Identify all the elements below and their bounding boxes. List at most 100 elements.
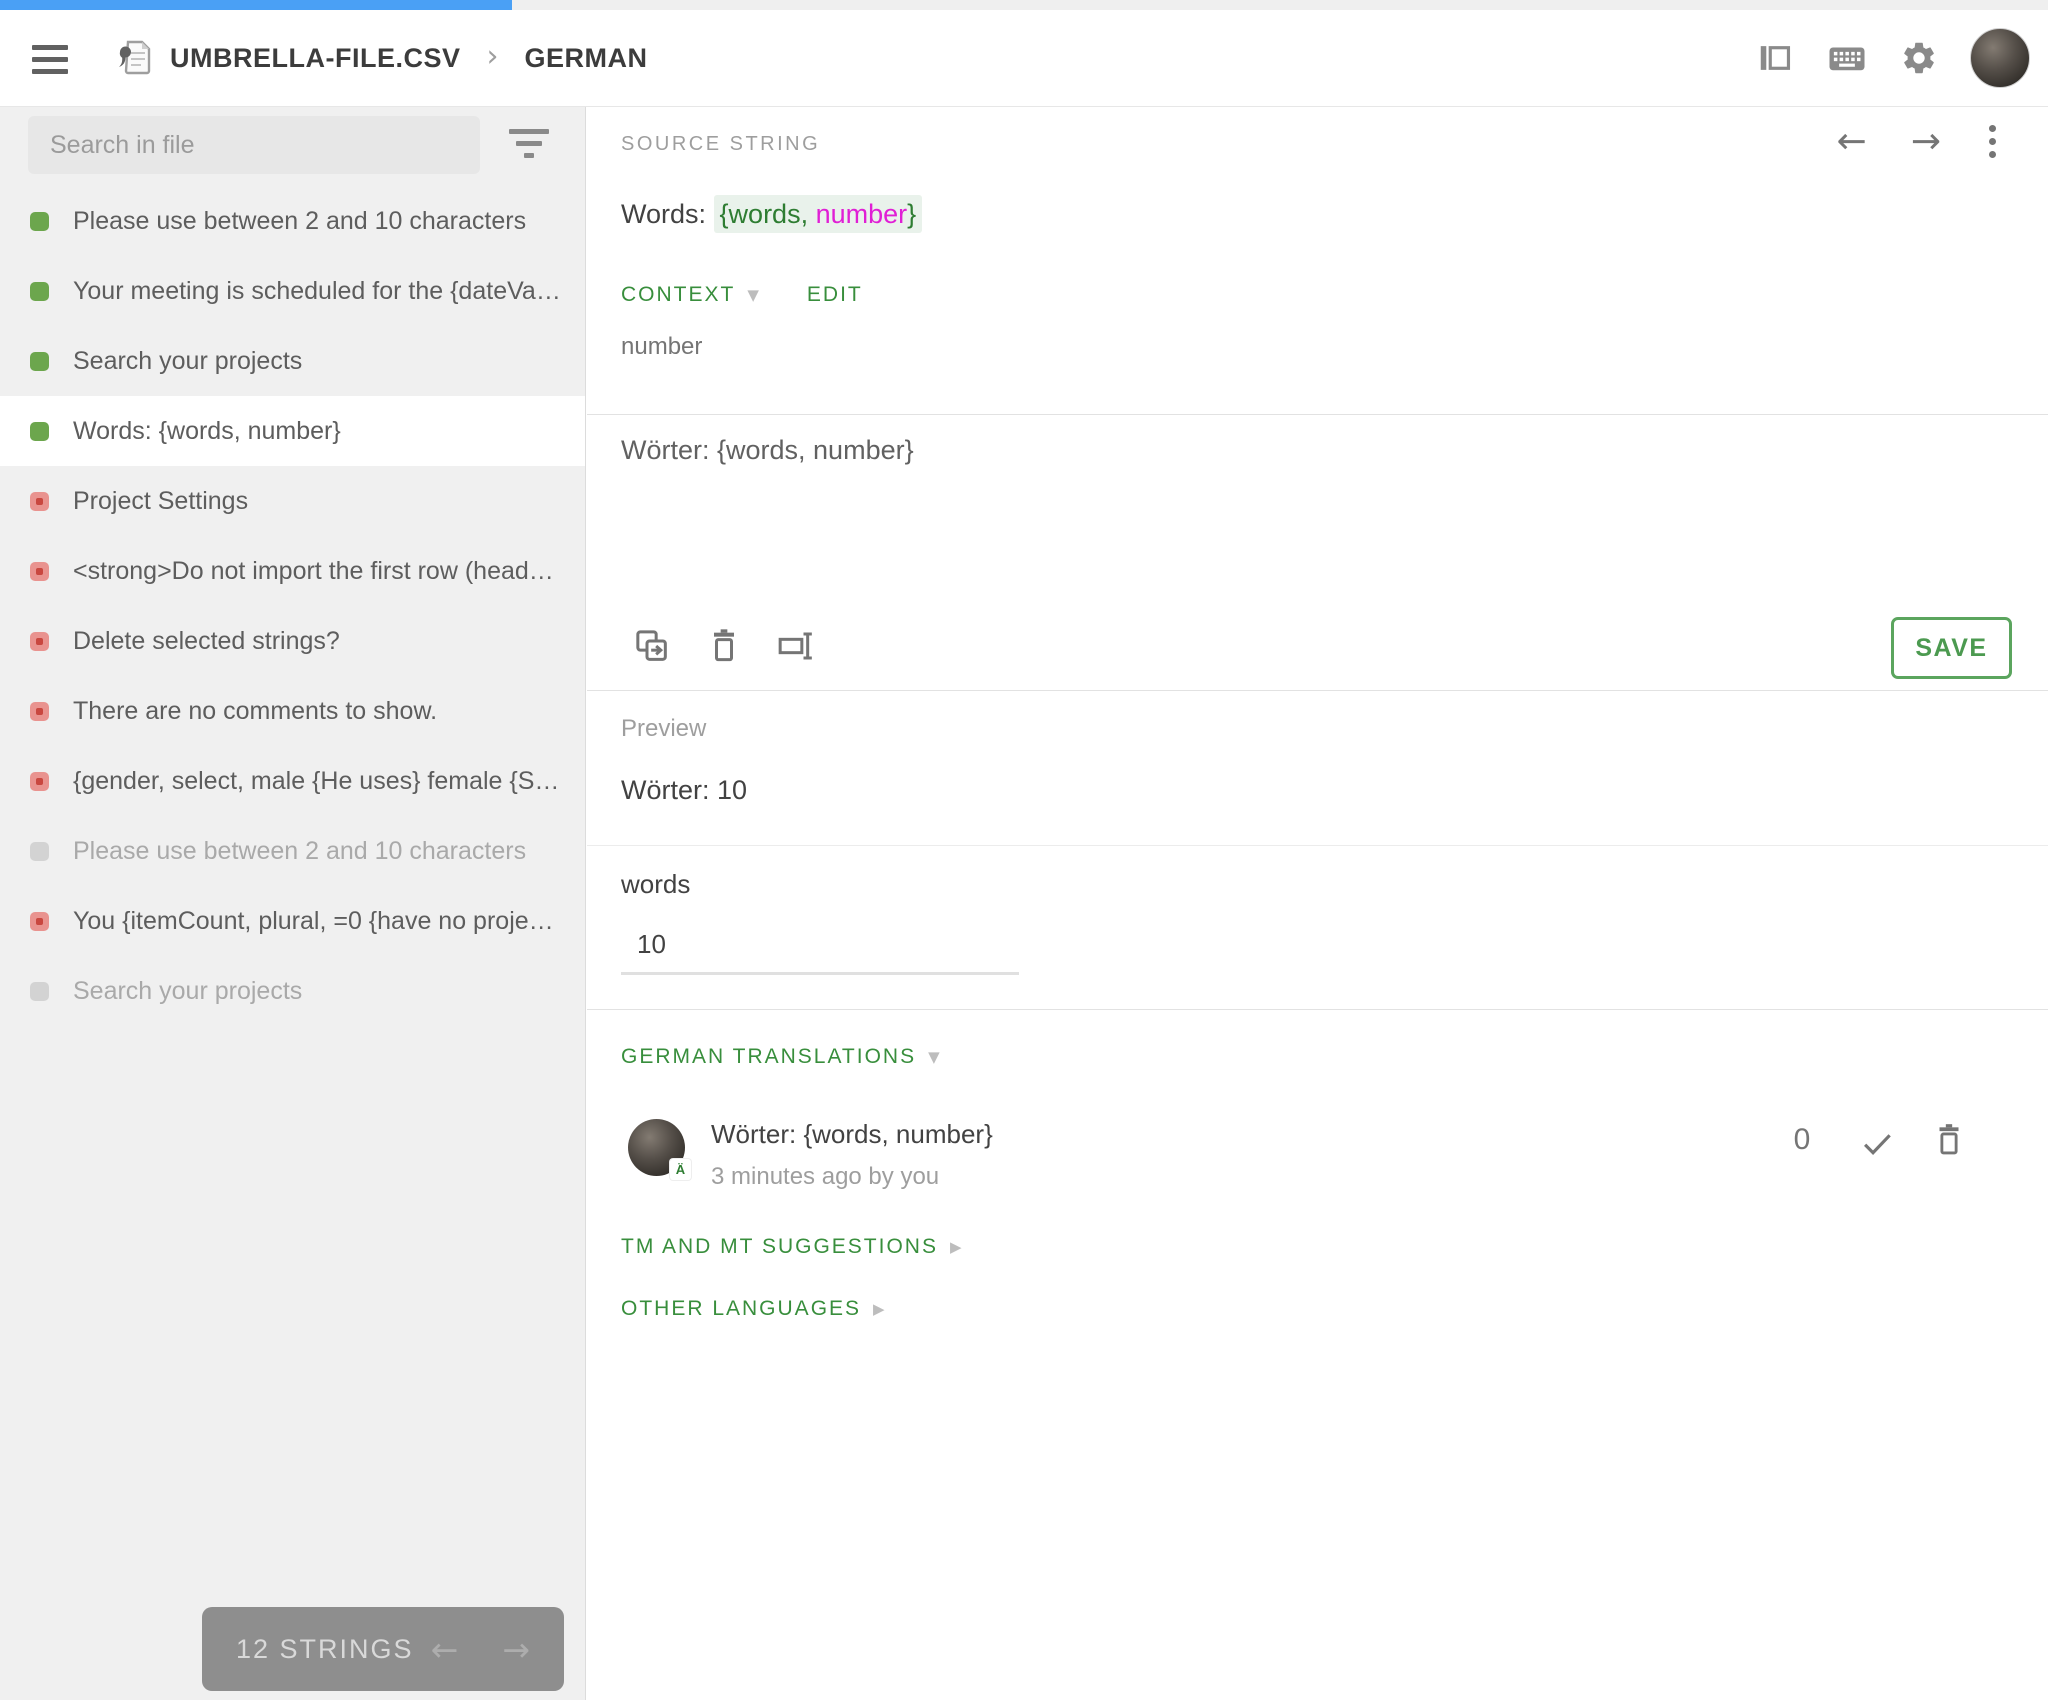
status-icon bbox=[30, 491, 49, 511]
strings-count-label: 12 STRINGS bbox=[236, 1633, 414, 1664]
other-languages-label: OTHER LANGUAGES bbox=[621, 1297, 862, 1320]
approve-translation-icon[interactable] bbox=[1858, 1125, 1896, 1168]
list-item[interactable]: Please use between 2 and 10 characters bbox=[0, 186, 585, 256]
status-icon bbox=[30, 211, 49, 231]
list-item[interactable]: Delete selected strings? bbox=[0, 606, 585, 676]
status-icon bbox=[30, 421, 49, 441]
delete-translation-icon[interactable] bbox=[703, 625, 745, 667]
status-icon bbox=[30, 701, 49, 721]
list-item-label: There are no comments to show. bbox=[73, 696, 438, 725]
settings-gear-icon[interactable] bbox=[1900, 39, 1938, 77]
editor-panel: SOURCE STRING ← → Words: {words, number}… bbox=[587, 107, 2048, 1700]
context-label: CONTEXT bbox=[621, 283, 736, 306]
status-icon bbox=[30, 561, 49, 581]
context-value: number bbox=[621, 333, 703, 360]
menu-icon[interactable] bbox=[32, 42, 72, 76]
translations-section-title: GERMAN TRANSLATIONS bbox=[621, 1045, 917, 1068]
string-navigation: ← → bbox=[1837, 121, 2000, 162]
chevron-right-icon: ▶ bbox=[873, 1300, 887, 1318]
source-prefix: Words: bbox=[621, 199, 714, 229]
list-item[interactable]: Search your projects bbox=[0, 326, 585, 396]
list-item[interactable]: You {itemCount, plural, =0 {have no proj… bbox=[0, 886, 585, 956]
status-icon bbox=[30, 841, 49, 861]
preview-rendered-text: Wörter: 10 bbox=[621, 775, 748, 805]
list-item[interactable]: {gender, select, male {He uses} female {… bbox=[0, 746, 585, 816]
breadcrumb-language[interactable]: GERMAN bbox=[524, 43, 647, 74]
status-icon bbox=[30, 771, 49, 791]
list-item[interactable]: Your meeting is scheduled for the {dateV… bbox=[0, 256, 585, 326]
chevron-down-icon: ▼ bbox=[928, 1048, 942, 1066]
translations-section-toggle[interactable]: GERMAN TRANSLATIONS ▼ bbox=[621, 1045, 942, 1069]
header-actions bbox=[1756, 10, 2030, 106]
status-icon bbox=[30, 631, 49, 651]
preview-param-label: words bbox=[621, 869, 691, 899]
file-progress-bar bbox=[0, 0, 2048, 10]
status-icon bbox=[30, 351, 49, 371]
list-item-label: You {itemCount, plural, =0 {have no proj… bbox=[73, 906, 565, 935]
app-header: UMBRELLA-FILE.CSV › GERMAN bbox=[0, 10, 2048, 107]
translate-badge-icon: Ä bbox=[670, 1159, 691, 1180]
placeholder-open: {words, bbox=[719, 199, 809, 229]
tm-suggestions-label: TM AND MT SUGGESTIONS bbox=[621, 1235, 938, 1258]
divider bbox=[587, 845, 2048, 846]
list-item-label: Delete selected strings? bbox=[73, 626, 340, 655]
previous-string-icon[interactable]: ← bbox=[1837, 121, 1867, 162]
list-item[interactable]: There are no comments to show. bbox=[0, 676, 585, 746]
delete-entry-icon[interactable] bbox=[1930, 1121, 1968, 1164]
status-icon bbox=[30, 281, 49, 301]
csv-file-icon bbox=[112, 36, 156, 80]
other-languages-toggle[interactable]: OTHER LANGUAGES ▶ bbox=[621, 1297, 887, 1321]
source-string-text: Words: {words, number} bbox=[621, 195, 923, 233]
file-progress-fill bbox=[0, 0, 512, 10]
list-item[interactable]: <strong>Do not import the first row (hea… bbox=[0, 536, 585, 606]
status-icon bbox=[30, 911, 49, 931]
divider bbox=[587, 414, 2048, 415]
translation-editor[interactable]: Wörter: {words, number} bbox=[621, 435, 1821, 595]
divider bbox=[587, 1009, 2048, 1010]
chevron-right-icon: ▶ bbox=[949, 1238, 964, 1256]
app-root: UMBRELLA-FILE.CSV › GERMAN Please use be… bbox=[0, 0, 2048, 1700]
list-item[interactable]: Project Settings bbox=[0, 466, 585, 536]
search-input[interactable] bbox=[28, 116, 480, 174]
user-avatar[interactable] bbox=[1970, 28, 2030, 88]
list-item[interactable]: Search your projects bbox=[0, 956, 585, 1026]
list-item-label: <strong>Do not import the first row (hea… bbox=[73, 556, 565, 585]
copy-source-icon[interactable] bbox=[631, 625, 673, 667]
insert-placeholder-icon[interactable] bbox=[775, 625, 817, 667]
preview-param-input[interactable] bbox=[621, 923, 1019, 975]
list-item[interactable]: Words: {words, number} bbox=[0, 396, 585, 466]
translator-avatar: Ä bbox=[628, 1119, 691, 1180]
breadcrumb-chevron-icon: › bbox=[486, 38, 499, 74]
string-list: Please use between 2 and 10 characters Y… bbox=[0, 186, 585, 1026]
next-string-icon[interactable]: → bbox=[1911, 121, 1941, 162]
breadcrumb-file[interactable]: UMBRELLA-FILE.CSV bbox=[170, 43, 460, 74]
prev-page-icon[interactable]: ← bbox=[431, 1630, 459, 1669]
context-toggle[interactable]: CONTEXT ▼ bbox=[621, 283, 761, 307]
chevron-down-icon: ▼ bbox=[747, 286, 761, 304]
list-item-label: {gender, select, male {He uses} female {… bbox=[73, 766, 565, 795]
keyboard-icon[interactable] bbox=[1826, 37, 1868, 79]
panel-toggle-icon[interactable] bbox=[1756, 39, 1794, 77]
context-edit-button[interactable]: EDIT bbox=[807, 283, 863, 307]
translation-entry-text: Wörter: {words, number} bbox=[711, 1119, 993, 1149]
filter-icon[interactable] bbox=[507, 129, 551, 165]
list-item-label: Please use between 2 and 10 characters bbox=[73, 836, 527, 865]
translation-entry-meta: 3 minutes ago by you bbox=[711, 1163, 940, 1190]
translation-votes: 0 bbox=[1793, 1123, 1811, 1156]
tm-suggestions-toggle[interactable]: TM AND MT SUGGESTIONS ▶ bbox=[621, 1235, 964, 1259]
list-item-label: Project Settings bbox=[73, 486, 249, 515]
status-icon bbox=[30, 981, 49, 1001]
placeholder-close: } bbox=[907, 199, 917, 229]
more-options-icon[interactable] bbox=[1985, 121, 2000, 162]
breadcrumb: UMBRELLA-FILE.CSV › GERMAN bbox=[112, 10, 647, 106]
list-item-label: Search your projects bbox=[73, 976, 303, 1005]
next-page-icon[interactable]: → bbox=[502, 1630, 530, 1669]
context-row: CONTEXT ▼ EDIT bbox=[621, 283, 863, 307]
divider bbox=[587, 690, 2048, 691]
save-button[interactable]: SAVE bbox=[1891, 617, 2012, 679]
editor-toolbar bbox=[631, 625, 817, 667]
preview-label: Preview bbox=[621, 715, 707, 742]
strings-counter: 12 STRINGS ← → bbox=[202, 1607, 564, 1691]
list-item[interactable]: Please use between 2 and 10 characters bbox=[0, 816, 585, 886]
placeholder-type: number bbox=[808, 199, 908, 229]
